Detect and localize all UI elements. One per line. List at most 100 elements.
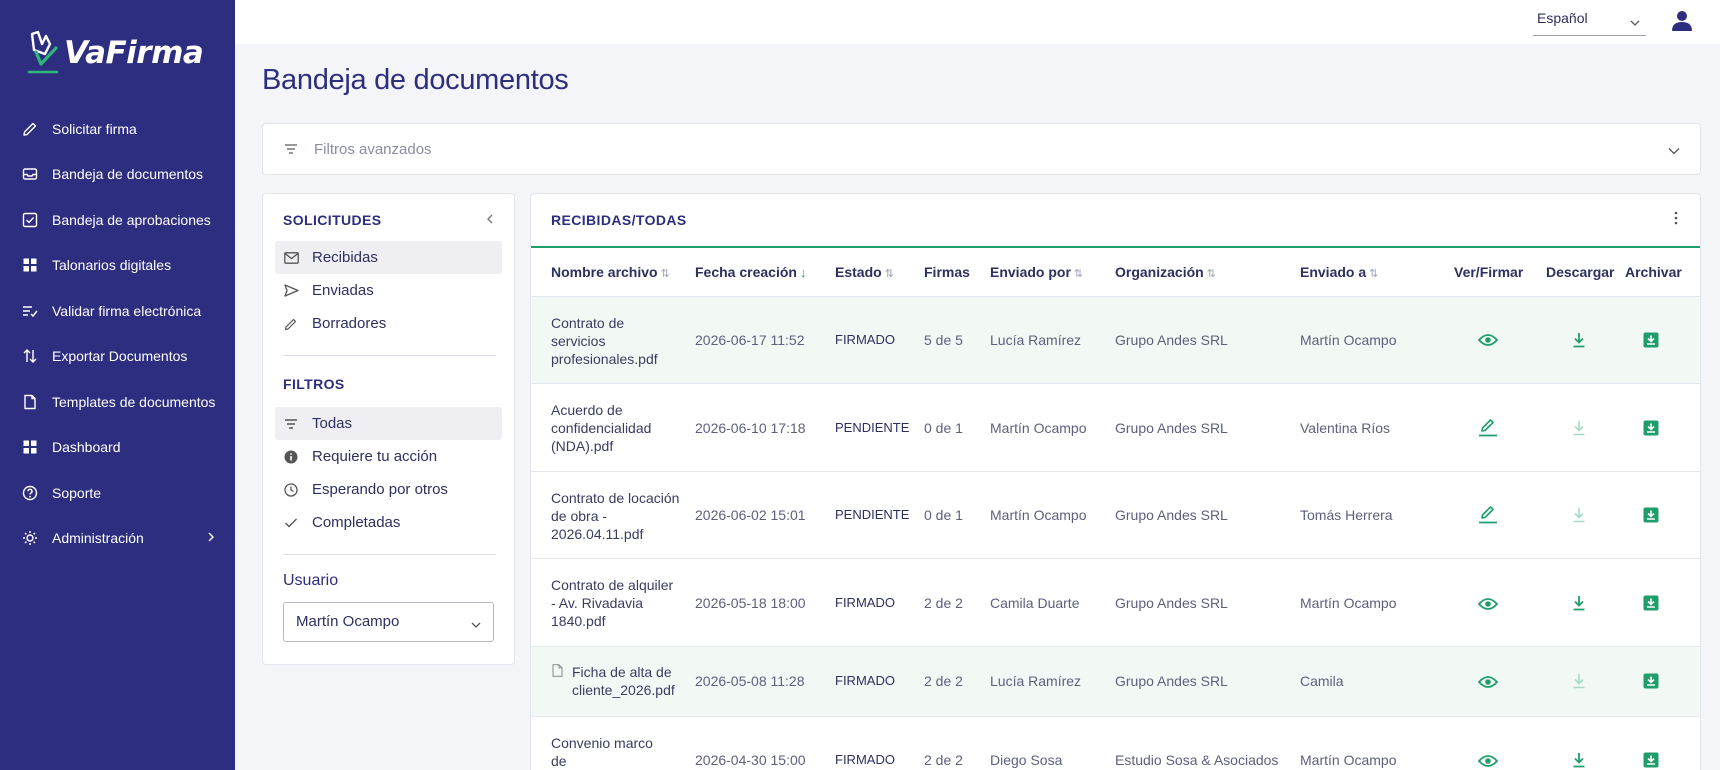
table-row[interactable]: Acuerdo de confidencialidad (NDA).pdf 20… [531,383,1700,471]
download-icon[interactable] [1568,329,1590,351]
logo-icon [27,30,59,74]
archive-icon[interactable] [1640,504,1662,526]
topbar [235,0,1720,44]
column-header-enviado-a[interactable]: Enviado a ⇅ [1300,264,1378,280]
sidebar-item-exportar[interactable]: Exportar Documentos [0,334,235,380]
sidebar-item-bandeja-documentos[interactable]: Bandeja de documentos [0,152,235,198]
status: PENDIENTE [835,507,910,522]
column-header-archivar: Archivar [1625,264,1682,280]
collapse-icon[interactable] [486,212,494,228]
column-header-ver-firmar: Ver/Firmar [1454,264,1523,280]
table-row[interactable]: Contrato de locación de obra - 2026.04.1… [531,471,1700,558]
page-title: Bandeja de documentos [262,64,569,96]
sidebar-item-soporte[interactable]: Soporte [0,470,235,516]
eye-icon[interactable] [1477,671,1499,693]
file-name[interactable]: Contrato de locación de obra - 2026.04.1… [551,489,681,543]
filtros-item-requiere-accion[interactable]: Requiere tu acción [275,440,502,473]
creation-date: 2026-05-18 18:00 [695,595,806,611]
advanced-filters-bar[interactable]: Filtros avanzados [262,123,1701,175]
column-header-nombre[interactable]: Nombre archivo ⇅ [551,264,670,280]
checkbox-icon [21,211,39,229]
table-row[interactable]: Contrato de alquiler - Av. Rivadavia 184… [531,558,1700,646]
file-name[interactable]: Convenio marco de [551,734,661,770]
advanced-filters-label: Filtros avanzados [314,141,432,158]
sent-to: Camila [1300,673,1344,689]
sent-by: Martín Ocampo [990,420,1087,436]
column-header-organizacion[interactable]: Organización ⇅ [1115,264,1216,280]
table-row[interactable]: Contrato de servicios profesionales.pdf … [531,296,1700,383]
sent-by: Camila Duarte [990,595,1080,611]
sidebar-nav: Solicitar firma Bandeja de documentos Ba… [0,106,235,561]
column-header-label: Ver/Firmar [1454,264,1524,280]
eye-icon[interactable] [1477,593,1499,615]
file-name[interactable]: Acuerdo de confidencialidad (NDA).pdf [551,401,681,455]
filter-lines-icon [283,416,299,432]
sidebar-item-label: Exportar Documentos [52,348,188,365]
solicitudes-heading: SOLICITUDES [283,212,382,228]
solicitudes-item-borradores[interactable]: Borradores [275,307,502,340]
sidebar-item-templates[interactable]: Templates de documentos [0,379,235,425]
sidebar-item-talonarios[interactable]: Talonarios digitales [0,243,235,289]
creation-date: 2026-06-02 15:01 [695,507,806,523]
chevron-down-icon[interactable] [1668,142,1680,160]
eye-icon[interactable] [1477,329,1499,351]
table-row[interactable]: Convenio marco de 2026-04-30 15:00 FIRMA… [531,716,1700,770]
mail-icon [283,250,299,266]
download-icon [1568,504,1590,526]
file-name[interactable]: Contrato de alquiler - Av. Rivadavia 184… [551,576,681,630]
sidebar-item-label: Bandeja de aprobaciones [52,211,211,228]
solicitudes-item-enviadas[interactable]: Enviadas [275,274,502,307]
logo[interactable]: VaFirma [26,30,204,76]
filtros-item-label: Completadas [312,514,401,531]
archive-icon[interactable] [1640,329,1662,351]
sidebar-item-bandeja-aprobaciones[interactable]: Bandeja de aprobaciones [0,197,235,243]
language-select[interactable]: Español [1533,6,1646,36]
column-header-fecha[interactable]: Fecha creación ↓ [695,264,806,280]
organization: Grupo Andes SRL [1115,507,1228,523]
archive-icon[interactable] [1640,417,1662,439]
divider [283,554,496,555]
file-name[interactable]: Ficha de alta de cliente_2026.pdf [572,663,684,699]
sidebar-item-dashboard[interactable]: Dashboard [0,425,235,471]
archive-icon[interactable] [1640,749,1662,770]
table-row[interactable]: Ficha de alta de cliente_2026.pdf 2026-0… [531,646,1700,716]
user-icon[interactable] [1670,10,1694,37]
filtros-item-esperando[interactable]: Esperando por otros [275,473,502,506]
archive-icon[interactable] [1640,592,1662,614]
sent-to: Valentina Ríos [1300,420,1391,436]
pencil-icon [283,316,299,332]
sign-icon[interactable] [1477,503,1499,525]
column-header-label: Estado [835,264,882,280]
filtros-item-todas[interactable]: Todas [275,407,502,440]
sidebar-item-label: Bandeja de documentos [52,166,203,183]
sort-icon: ⇅ [884,268,894,280]
organization: Grupo Andes SRL [1115,420,1228,436]
sent-to: Martín Ocampo [1300,332,1397,348]
status: PENDIENTE [835,420,910,435]
download-icon[interactable] [1568,749,1590,770]
sidebar-item-solicitar-firma[interactable]: Solicitar firma [0,106,235,152]
column-header-estado[interactable]: Estado ⇅ [835,264,894,280]
file-name[interactable]: Contrato de servicios profesionales.pdf [551,314,681,368]
sent-to: Tomás Herrera [1300,507,1393,523]
download-icon[interactable] [1568,592,1590,614]
sort-icon: ⇅ [1369,268,1379,280]
creation-date: 2026-05-08 11:28 [695,673,805,689]
archive-icon[interactable] [1640,670,1662,692]
filter-lines-icon [284,142,298,160]
column-header-enviado-por[interactable]: Enviado por ⇅ [990,264,1083,280]
sidebar-item-validar-firma[interactable]: Validar firma electrónica [0,288,235,334]
sidebar-item-administracion[interactable]: Administración [0,516,235,562]
filtros-item-label: Requiere tu acción [312,448,438,465]
column-header-label: Firmas [924,264,970,280]
solicitudes-item-recibidas[interactable]: Recibidas [275,241,502,274]
eye-icon[interactable] [1477,750,1499,770]
sign-icon[interactable] [1477,416,1499,438]
filtros-item-completadas[interactable]: Completadas [275,506,502,539]
download-icon [1568,670,1590,692]
status: FIRMADO [835,752,895,767]
more-vertical-icon[interactable] [1674,211,1678,230]
sent-by: Lucía Ramírez [990,673,1082,689]
usuario-select[interactable]: Martín Ocampo [283,602,494,642]
sent-to: Martín Ocampo [1300,752,1397,768]
